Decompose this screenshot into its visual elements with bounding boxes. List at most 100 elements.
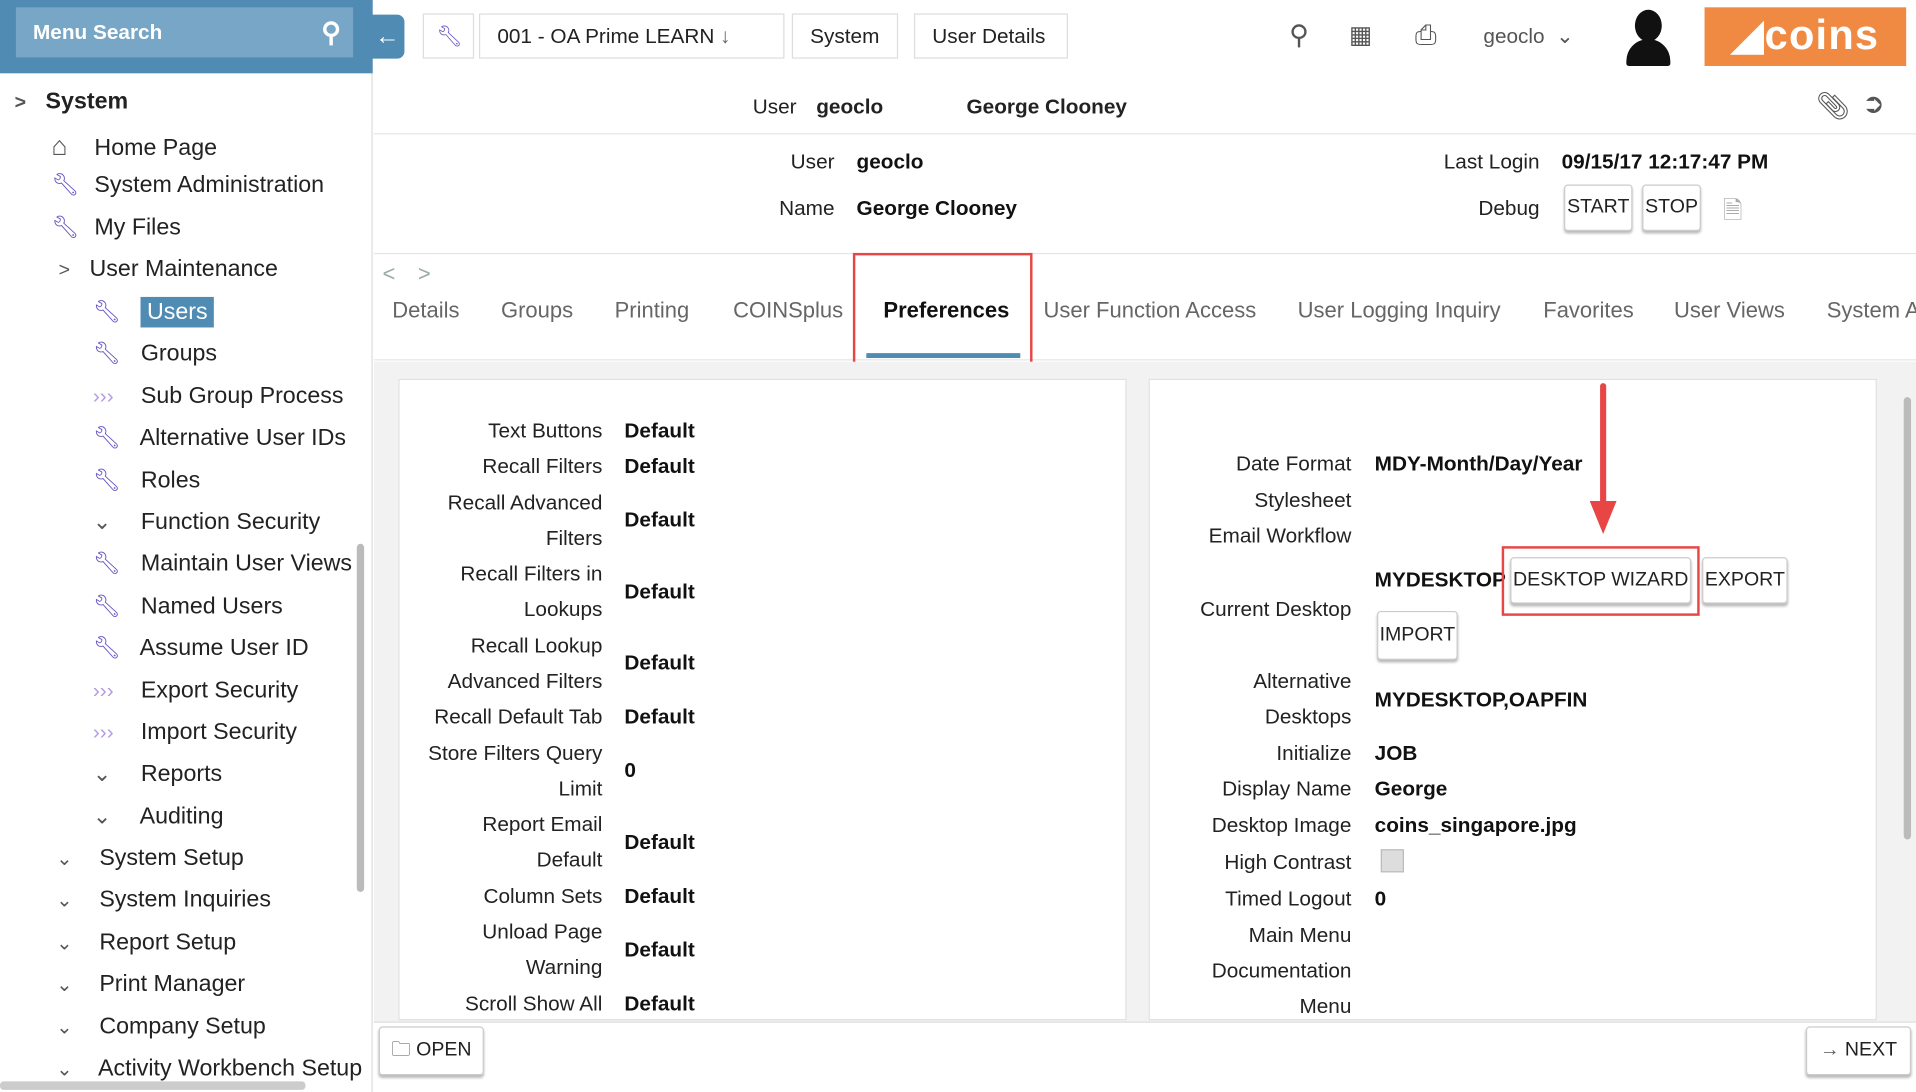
highlight-box-preferences [852, 252, 1033, 367]
breadcrumb-user-details[interactable]: User Details [913, 13, 1068, 59]
tab-coinsplus[interactable]: COINSplus [733, 298, 843, 324]
sidebar-item-label: Company Setup [99, 1013, 266, 1040]
footer-bar [373, 1021, 1916, 1092]
tab-scroll-right-icon[interactable]: > [418, 261, 431, 287]
sidebar-subitem[interactable]: ››› Import Security [93, 720, 297, 747]
menu-search-input[interactable]: Menu Search ⚲ [15, 7, 354, 58]
search-icon[interactable]: ⚲ [321, 17, 341, 49]
date-format-value: MDY-Month/Day/Year [1374, 452, 1583, 476]
name-value: George Clooney [856, 196, 1018, 220]
tab-favorites[interactable]: Favorites [1543, 298, 1633, 324]
sidebar-subitem[interactable]: ››› Export Security [93, 678, 298, 705]
tab-details[interactable]: Details [392, 298, 459, 324]
sidebar-subitem[interactable]: 🔧︎ Groups [93, 341, 217, 368]
sidebar-item-label: Activity Workbench Setup [98, 1055, 363, 1082]
search-icon[interactable]: ⚲ [1289, 20, 1309, 52]
breadcrumb-company[interactable]: 001 - OA Prime LEARN ↓ [478, 13, 785, 59]
high-contrast-checkbox[interactable] [1380, 849, 1404, 873]
display-name-label: Display Name [1222, 777, 1352, 801]
tab-user-function-access[interactable]: User Function Access [1044, 298, 1257, 324]
sidebar-item[interactable]: 🔧︎ My Files [51, 215, 181, 242]
sidebar-group[interactable]: ⌄ System Inquiries [56, 888, 271, 915]
next-button[interactable]: → NEXT [1805, 1026, 1912, 1076]
tab-groups[interactable]: Groups [501, 298, 573, 324]
sidebar-subitem[interactable]: 🔧︎ Maintain User Views [93, 552, 352, 579]
printer-icon[interactable]: ⎙ [1415, 20, 1437, 52]
export-button[interactable]: EXPORT [1702, 557, 1788, 604]
avatar[interactable] [1623, 7, 1674, 66]
sidebar-group[interactable]: ⌄ Company Setup [56, 1014, 266, 1041]
tab-system-a[interactable]: System A [1827, 298, 1916, 324]
sidebar-item-label: Auditing [139, 803, 224, 830]
sidebar-item-label: System Setup [99, 845, 244, 872]
sidebar-group[interactable]: ⌄ System Setup [56, 846, 244, 873]
pref-label: Recall Filters [482, 454, 603, 479]
paperclip-icon[interactable]: 📎︎ [1816, 90, 1850, 122]
open-button[interactable]: 🗀︎ OPEN [378, 1026, 484, 1076]
sidebar-item-label: Alternative User IDs [139, 425, 347, 452]
pref-value: Default [624, 938, 695, 962]
debug-stop-button[interactable]: STOP [1642, 184, 1701, 231]
wrench-icon: 🔧︎ [92, 635, 121, 661]
sidebar-subitem[interactable]: 🔧︎ Alternative User IDs [93, 425, 346, 452]
pref-label: Limit [558, 776, 603, 800]
sidebar-item-label: System Administration [94, 172, 325, 199]
sidebar-subitem[interactable]: ⌄ Reports [93, 762, 222, 789]
initialize-value: JOB [1374, 741, 1418, 765]
pref-label: Recall Advanced [447, 490, 603, 514]
sidebar-subitem[interactable]: 🔧︎ Assume User ID [93, 636, 309, 663]
sidebar-item[interactable]: > User Maintenance [59, 257, 278, 284]
sidebar-horizontal-scrollbar[interactable] [0, 1081, 306, 1090]
high-contrast-label: High Contrast [1224, 850, 1352, 874]
sidebar-subitem[interactable]: 🔧︎ Users [93, 296, 214, 328]
highlight-box-desktop-wizard [1501, 546, 1700, 616]
alt-desktops-label-line2: Desktops [1264, 705, 1352, 729]
tab-printing[interactable]: Printing [615, 298, 690, 324]
wrench-icon: 🔧︎ [92, 593, 121, 619]
sidebar-subitem[interactable]: 🔧︎ Named Users [93, 594, 283, 621]
wrench-icon[interactable]: 🔧︎ [422, 13, 475, 59]
sidebar-item-label: User Maintenance [89, 256, 278, 283]
pref-value: Default [624, 991, 695, 1016]
collapse-sidebar-button[interactable]: ← [370, 14, 405, 59]
content-scrollbar[interactable] [1903, 397, 1912, 840]
breadcrumb-system[interactable]: System [791, 13, 898, 59]
sidebar-subitem[interactable]: ⌄ Auditing [93, 804, 224, 831]
sidebar-subitem[interactable]: ››› Sub Group Process [93, 383, 344, 410]
sidebar-item-label: Assume User ID [139, 635, 309, 662]
desktop-image-label: Desktop Image [1211, 813, 1352, 838]
alt-desktops-value: MYDESKTOP,OAPFIN [1374, 687, 1588, 712]
pref-value: 0 [624, 759, 636, 783]
user-menu[interactable]: geoclo ⌄ [1483, 24, 1573, 48]
sidebar-item-label: Sub Group Process [140, 383, 344, 410]
sidebar-item-label: Import Security [140, 719, 297, 746]
record-user-value: geoclo [816, 95, 884, 119]
sidebar-group[interactable]: ⌄ Activity Workbench Setup [56, 1056, 362, 1083]
debug-start-button[interactable]: START [1564, 184, 1633, 231]
wrench-icon: 🔧︎ [51, 214, 80, 240]
sidebar-group[interactable]: ⌄ Report Setup [56, 930, 236, 957]
sidebar-group[interactable]: ⌄ Print Manager [56, 972, 245, 999]
date-format-label: Date Format [1235, 452, 1352, 476]
apps-grid-icon[interactable]: ▦ [1349, 20, 1372, 51]
chevron-down-icon: ⌄ [56, 933, 73, 955]
sidebar-item[interactable]: 🔧︎ System Administration [51, 173, 324, 200]
sidebar-subitem[interactable]: ⌄ Function Security [93, 510, 320, 537]
next-label: NEXT [1844, 1039, 1898, 1061]
document-icon[interactable]: 🗎︎ [1723, 193, 1743, 235]
edit-expand-icon[interactable]: ➲ [1862, 88, 1885, 120]
sidebar-item-system[interactable]: > System [15, 89, 129, 116]
pref-label: Unload Page [482, 920, 603, 944]
tab-scroll-left-icon[interactable]: < [382, 261, 395, 287]
import-button[interactable]: IMPORT [1377, 610, 1458, 660]
sidebar-item-label: Report Setup [99, 929, 237, 956]
sidebar-scrollbar[interactable] [356, 543, 365, 892]
wrench-icon: 🔧︎ [51, 172, 80, 198]
record-name-value: George Clooney [966, 95, 1127, 119]
sidebar-subitem[interactable]: 🔧︎ Roles [93, 467, 200, 494]
process-icon: ››› [92, 678, 114, 703]
chevron-down-icon: ⌄ [56, 849, 73, 870]
sidebar-item[interactable]: ⌂ Home Page [51, 131, 217, 163]
tab-user-logging-inquiry[interactable]: User Logging Inquiry [1298, 298, 1501, 324]
tab-user-views[interactable]: User Views [1674, 298, 1785, 324]
